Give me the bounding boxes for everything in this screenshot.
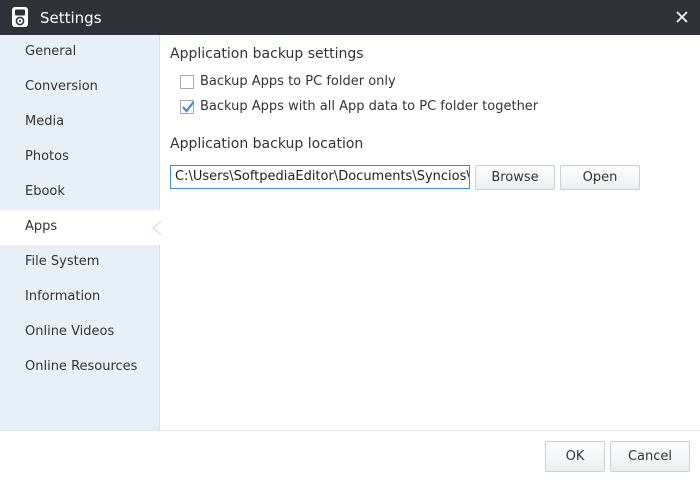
ok-button[interactable]: OK — [545, 441, 605, 472]
sidebar-item-apps[interactable]: Apps — [0, 210, 161, 245]
option-label: Backup Apps to PC folder only — [200, 74, 396, 89]
sidebar-item-label: Online Videos — [25, 324, 115, 339]
settings-content: Application backup settings Backup Apps … — [161, 35, 700, 430]
backup-location-heading: Application backup location — [170, 136, 364, 152]
option-label: Backup Apps with all App data to PC fold… — [200, 99, 539, 114]
sidebar-item-label: General — [25, 44, 77, 59]
dialog-footer: OK Cancel — [0, 430, 700, 480]
open-button[interactable]: Open — [560, 165, 640, 190]
backup-path-input[interactable]: C:\Users\SoftpediaEditor\Documents\Synci… — [170, 165, 470, 189]
sidebar-item-conversion[interactable]: Conversion — [0, 70, 160, 105]
close-icon — [676, 11, 688, 23]
sidebar-item-label: Online Resources — [25, 359, 138, 374]
cancel-button[interactable]: Cancel — [610, 441, 690, 472]
sidebar-item-ebook[interactable]: Ebook — [0, 175, 160, 210]
window-title: Settings — [40, 9, 102, 27]
sidebar-item-file-system[interactable]: File System — [0, 245, 160, 280]
checkbox-backup-apps-with-data[interactable] — [180, 100, 195, 114]
ipod-icon — [9, 6, 31, 28]
settings-sidebar: General Conversion Media Photos Ebook Ap… — [0, 35, 161, 430]
sidebar-item-online-videos[interactable]: Online Videos — [0, 315, 160, 350]
backup-settings-heading: Application backup settings — [170, 46, 364, 62]
sidebar-item-label: Ebook — [25, 184, 65, 199]
sidebar-item-photos[interactable]: Photos — [0, 140, 160, 175]
checkmark-icon — [182, 101, 195, 113]
sidebar-item-online-resources[interactable]: Online Resources — [0, 350, 160, 385]
title-bar: Settings — [0, 0, 700, 35]
sidebar-item-general[interactable]: General — [0, 35, 160, 70]
sidebar-item-label: Photos — [25, 149, 69, 164]
selected-arrow-icon — [152, 221, 161, 235]
close-button[interactable] — [672, 7, 692, 27]
sidebar-item-label: Apps — [25, 219, 58, 234]
sidebar-item-label: Information — [25, 289, 101, 304]
sidebar-item-label: Media — [25, 114, 65, 129]
sidebar-item-media[interactable]: Media — [0, 105, 160, 140]
sidebar-item-label: Conversion — [25, 79, 98, 94]
checkbox-backup-apps-only[interactable] — [180, 75, 194, 89]
browse-button[interactable]: Browse — [475, 165, 555, 190]
sidebar-item-label: File System — [25, 254, 100, 269]
sidebar-item-information[interactable]: Information — [0, 280, 160, 315]
